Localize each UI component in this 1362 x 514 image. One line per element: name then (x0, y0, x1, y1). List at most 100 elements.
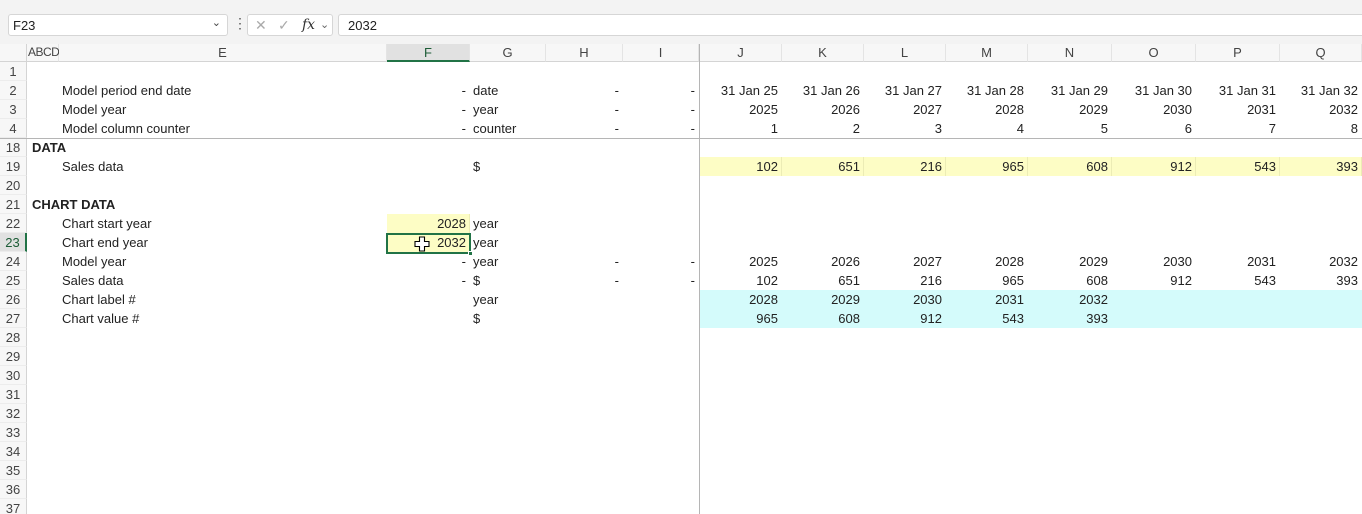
column-header-abcd[interactable]: ABCD (27, 44, 60, 62)
enter-icon[interactable]: ✓ (278, 17, 290, 34)
value-cell[interactable]: 543 (1196, 271, 1280, 290)
value-cell[interactable]: 2032 (1028, 290, 1112, 309)
value-cell[interactable]: 393 (1028, 309, 1112, 328)
value-cell[interactable]: 2028 (946, 100, 1028, 119)
value-cell[interactable]: 6 (1112, 119, 1196, 138)
cell-f22[interactable]: 2028 (387, 214, 470, 233)
value-cell[interactable]: 4 (946, 119, 1028, 138)
unit-cell[interactable]: $ (470, 309, 546, 328)
column-header-i[interactable]: I (623, 44, 699, 62)
unit-cell[interactable]: counter (470, 119, 546, 138)
value-cell[interactable]: 2031 (946, 290, 1028, 309)
row-header-3[interactable]: 3 (0, 100, 27, 119)
row-label[interactable]: Model year (59, 252, 387, 271)
unit-cell[interactable]: date (470, 81, 546, 100)
unit-cell[interactable]: year (470, 252, 546, 271)
column-header-j[interactable]: J (700, 44, 782, 62)
value-cell[interactable]: 31 Jan 32 (1280, 81, 1362, 100)
value-cell[interactable]: 102 (700, 157, 782, 176)
cancel-icon[interactable]: ✕ (255, 17, 267, 34)
column-header-k[interactable]: K (782, 44, 864, 62)
value-cell[interactable]: 31 Jan 30 (1112, 81, 1196, 100)
value-cell[interactable]: 216 (864, 157, 946, 176)
row-header-36[interactable]: 36 (0, 480, 27, 499)
column-header-n[interactable]: N (1028, 44, 1112, 62)
cell-i24[interactable]: - (623, 252, 699, 271)
cell-f25[interactable]: - (387, 271, 470, 290)
value-cell[interactable]: 31 Jan 27 (864, 81, 946, 100)
row-label[interactable]: Chart end year (59, 233, 387, 252)
cell-i4[interactable]: - (623, 119, 699, 138)
value-cell[interactable]: 2029 (782, 290, 864, 309)
value-cell[interactable]: 651 (782, 157, 864, 176)
value-cell[interactable]: 31 Jan 31 (1196, 81, 1280, 100)
cell-h2[interactable]: - (546, 81, 623, 100)
value-cell[interactable]: 2025 (700, 252, 782, 271)
cell-i3[interactable]: - (623, 100, 699, 119)
value-cell[interactable]: 965 (946, 157, 1028, 176)
column-header-m[interactable]: M (946, 44, 1028, 62)
value-cell[interactable]: 912 (1112, 271, 1196, 290)
value-cell[interactable]: 2030 (864, 290, 946, 309)
name-box[interactable]: F23 ⌄ (8, 14, 228, 36)
cell-i2[interactable]: - (623, 81, 699, 100)
value-cell[interactable]: 2028 (700, 290, 782, 309)
fill-handle[interactable] (468, 251, 473, 256)
row-header-35[interactable]: 35 (0, 461, 27, 480)
row-header-31[interactable]: 31 (0, 385, 27, 404)
row-label[interactable]: Model period end date (59, 81, 387, 100)
cell-i25[interactable]: - (623, 271, 699, 290)
row-header-22[interactable]: 22 (0, 214, 27, 233)
value-cell[interactable]: 393 (1280, 271, 1362, 290)
row-label[interactable]: Chart label # (59, 290, 387, 309)
value-cell[interactable]: 912 (864, 309, 946, 328)
row-label[interactable]: Model year (59, 100, 387, 119)
value-cell[interactable]: 2030 (1112, 100, 1196, 119)
value-cell[interactable]: 2029 (1028, 100, 1112, 119)
unit-cell[interactable]: $ (470, 157, 546, 176)
value-cell[interactable]: 2030 (1112, 252, 1196, 271)
value-cell[interactable]: 965 (700, 309, 782, 328)
cell-h25[interactable]: - (546, 271, 623, 290)
value-cell[interactable]: 2026 (782, 252, 864, 271)
value-cell[interactable]: 5 (1028, 119, 1112, 138)
value-cell[interactable]: 2032 (1280, 100, 1362, 119)
column-header-l[interactable]: L (864, 44, 946, 62)
row-label[interactable]: Model column counter (59, 119, 387, 138)
row-header-21[interactable]: 21 (0, 195, 27, 214)
unit-cell[interactable]: year (470, 233, 546, 252)
value-cell[interactable]: 1 (700, 119, 782, 138)
row-header-32[interactable]: 32 (0, 404, 27, 423)
row-label[interactable]: Sales data (59, 157, 387, 176)
select-all-corner[interactable] (0, 44, 27, 62)
value-cell[interactable]: 2025 (700, 100, 782, 119)
cell-f2[interactable]: - (387, 81, 470, 100)
row-header-20[interactable]: 20 (0, 176, 27, 195)
value-cell[interactable]: 965 (946, 271, 1028, 290)
cell-h3[interactable]: - (546, 100, 623, 119)
more-options-icon[interactable]: ⋮ (233, 15, 247, 32)
unit-cell[interactable]: year (470, 214, 546, 233)
row-header-26[interactable]: 26 (0, 290, 27, 309)
value-cell[interactable]: 7 (1196, 119, 1280, 138)
column-header-h[interactable]: H (546, 44, 623, 62)
row-header-27[interactable]: 27 (0, 309, 27, 328)
chevron-down-icon[interactable]: ⌄ (212, 16, 221, 29)
value-cell[interactable]: 2027 (864, 252, 946, 271)
cell-f24[interactable]: - (387, 252, 470, 271)
value-cell[interactable]: 2032 (1280, 252, 1362, 271)
value-cell[interactable]: 543 (1196, 157, 1280, 176)
value-cell[interactable]: 102 (700, 271, 782, 290)
row-header-30[interactable]: 30 (0, 366, 27, 385)
value-cell[interactable]: 216 (864, 271, 946, 290)
row-header-1[interactable]: 1 (0, 62, 27, 81)
value-cell[interactable]: 31 Jan 29 (1028, 81, 1112, 100)
value-cell[interactable]: 912 (1112, 157, 1196, 176)
value-cell[interactable]: 2028 (946, 252, 1028, 271)
row-header-23[interactable]: 23 (0, 233, 27, 252)
row-header-18[interactable]: 18 (0, 138, 27, 157)
row-header-24[interactable]: 24 (0, 252, 27, 271)
column-header-o[interactable]: O (1112, 44, 1196, 62)
cell-h24[interactable]: - (546, 252, 623, 271)
value-cell[interactable]: 2029 (1028, 252, 1112, 271)
